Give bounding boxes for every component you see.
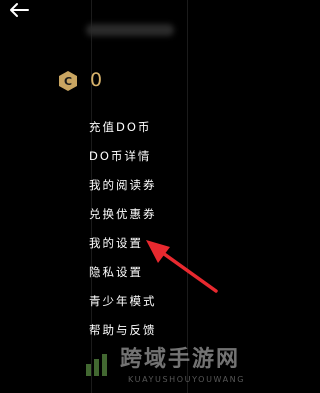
menu-item-redeem-coupon[interactable]: 兑换优惠券	[89, 206, 157, 235]
blurred-username	[86, 24, 174, 36]
menu-item-coin-details[interactable]: DO币详情	[89, 148, 157, 177]
settings-menu: 充值DO币 DO币详情 我的阅读券 兑换优惠券 我的设置 隐私设置 青少年模式 …	[89, 119, 157, 351]
menu-item-teen-mode[interactable]: 青少年模式	[89, 293, 157, 322]
menu-item-privacy-settings[interactable]: 隐私设置	[89, 264, 157, 293]
menu-item-reading-vouchers[interactable]: 我的阅读券	[89, 177, 157, 206]
back-arrow-icon[interactable]	[8, 0, 30, 20]
watermark-logo-icon	[86, 354, 107, 376]
guide-line	[187, 0, 188, 393]
coin-balance: 0	[90, 69, 103, 91]
watermark-subtitle: KUAYUSHOUYOUWANG	[128, 375, 246, 384]
coin-icon: C	[59, 71, 77, 91]
menu-item-recharge[interactable]: 充值DO币	[89, 119, 157, 148]
svg-text:C: C	[64, 75, 72, 88]
watermark-title: 跨域手游网	[120, 346, 241, 372]
menu-item-my-settings[interactable]: 我的设置	[89, 235, 157, 264]
